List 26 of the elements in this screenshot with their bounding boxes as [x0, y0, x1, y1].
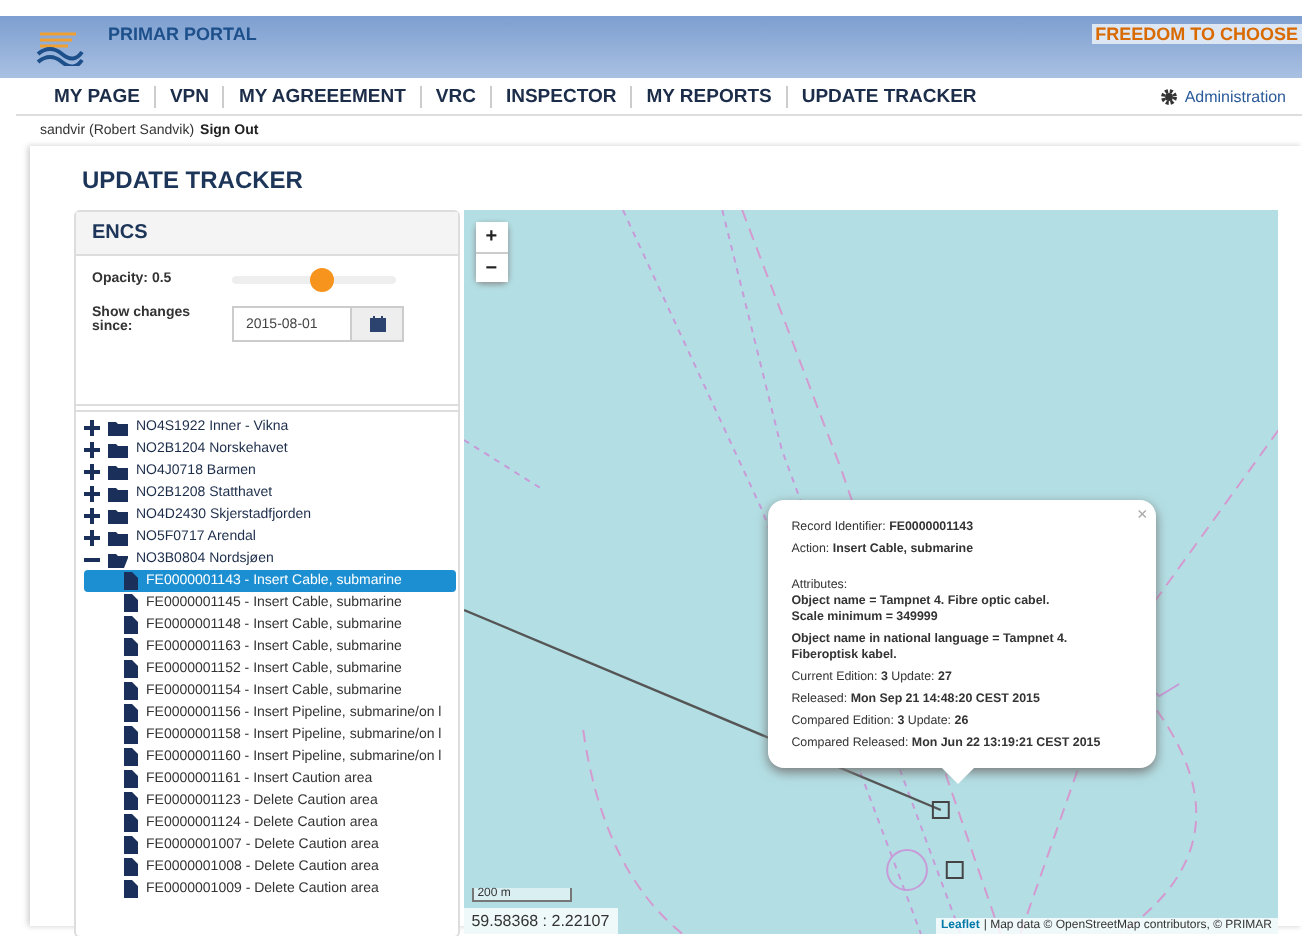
zoom-in-button[interactable]: + [475, 222, 508, 252]
plus-icon[interactable] [84, 507, 100, 523]
plus-icon[interactable] [84, 529, 100, 545]
zoom-out-button[interactable]: − [475, 252, 508, 282]
nav-link[interactable]: MY REPORTS [630, 85, 786, 107]
calendar-button[interactable] [352, 306, 404, 342]
slogan: FREEDOM TO CHOOSE [1091, 24, 1302, 44]
nav-link[interactable]: MY PAGE [40, 85, 154, 107]
nav-link[interactable]: VPN [153, 85, 223, 107]
calendar-icon [369, 316, 385, 332]
plus-icon[interactable] [84, 419, 100, 435]
nav-link[interactable]: MY AGREEEMENT [222, 85, 420, 107]
nav-link[interactable]: VRC [419, 85, 490, 107]
coordinates-readout: 59.58368 : 2.22107 [463, 908, 618, 934]
plus-icon[interactable] [84, 485, 100, 501]
administration-link[interactable]: Administration [1184, 87, 1286, 105]
plus-icon[interactable] [84, 441, 100, 457]
slider-thumb[interactable] [310, 267, 335, 291]
page-title: UPDATE TRACKER [80, 164, 305, 198]
plus-icon[interactable] [84, 463, 100, 479]
portal-title: PRIMAR PORTAL [108, 24, 257, 44]
panel-title: ENCS [92, 222, 148, 244]
settings-icon[interactable] [1160, 87, 1179, 105]
folder-icon [108, 551, 128, 567]
nav-link[interactable]: UPDATE TRACKER [785, 85, 991, 107]
nav-link[interactable]: INSPECTOR [489, 85, 631, 107]
